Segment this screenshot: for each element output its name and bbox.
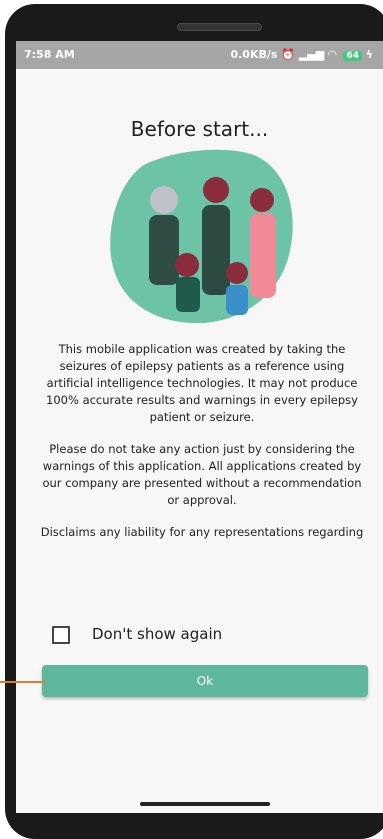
speaker-grille xyxy=(177,23,262,31)
status-time: 7:58 AM xyxy=(24,48,75,61)
battery-icon: 64 xyxy=(343,51,362,61)
signal-icon: ▂▄▆ xyxy=(298,48,325,61)
screen: 7:58 AM 0.0KB/s ⏰ ▂▄▆ ◠ 64 ϟ Before star… xyxy=(16,41,383,813)
dont-show-again-label[interactable]: Don't show again xyxy=(92,625,222,643)
alarm-icon: ⏰ xyxy=(281,48,295,61)
wifi-icon: ◠ xyxy=(328,48,337,61)
dialog-title: Before start... xyxy=(130,117,269,141)
dont-show-again-checkbox[interactable] xyxy=(52,626,70,644)
paragraph: Disclaims any liability for any represen… xyxy=(40,525,364,539)
family-illustration xyxy=(110,149,293,324)
dont-show-again-row[interactable]: Don't show again xyxy=(52,625,352,647)
charging-icon: ϟ xyxy=(365,48,373,61)
network-speed: 0.0KB/s xyxy=(230,48,278,61)
ok-button[interactable]: Ok xyxy=(42,665,368,697)
disclaimer-text: This mobile application was created by t… xyxy=(36,341,368,539)
status-right: 0.0KB/s ⏰ ▂▄▆ ◠ 64 ϟ xyxy=(230,48,373,61)
paragraph: Please do not take any action just by co… xyxy=(42,442,362,507)
paragraph: This mobile application was created by t… xyxy=(46,342,358,424)
status-bar: 7:58 AM 0.0KB/s ⏰ ▂▄▆ ◠ 64 ϟ xyxy=(16,41,383,69)
annotation-marker xyxy=(0,681,45,683)
home-indicator[interactable] xyxy=(140,802,270,806)
